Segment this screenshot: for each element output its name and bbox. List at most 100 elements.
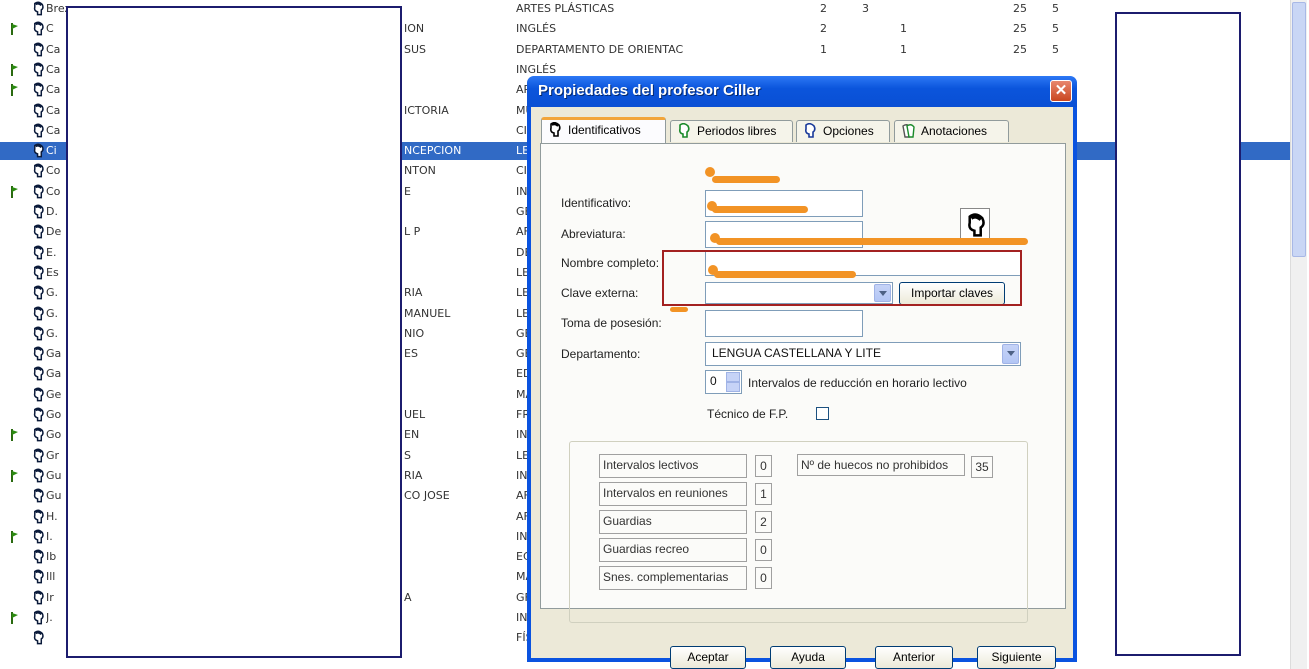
spin-up-icon[interactable]: [726, 372, 740, 382]
teacher-head-icon: [32, 448, 45, 464]
teacher-properties-dialog: Propiedades del profesor Ciller ✕ Identi…: [527, 76, 1077, 669]
teacher-head-icon: [550, 122, 561, 137]
stat-value: 2: [755, 511, 772, 533]
cell-name2: ES: [404, 347, 418, 361]
reduccion-stepper[interactable]: 0: [705, 370, 742, 394]
cell-name: Ca: [46, 62, 61, 76]
cell-name: Ca: [46, 83, 61, 97]
toma-posesion-field[interactable]: [705, 310, 863, 337]
tab-identificativos[interactable]: Identificativos: [541, 117, 666, 143]
teacher-head-icon: [32, 42, 45, 58]
list-scrollbar[interactable]: [1290, 0, 1307, 669]
cell-name2: ION: [404, 22, 425, 36]
cell-name: Co: [46, 184, 61, 198]
cell-name2: RIA: [404, 286, 423, 300]
cell-name: H.: [46, 509, 58, 523]
teacher-head-icon: [32, 62, 45, 78]
teacher-head-icon: [32, 630, 45, 646]
nombre-completo-label: Nombre completo:: [561, 256, 660, 270]
cell-name: Brezada: [46, 2, 68, 15]
cell-name: Es: [46, 265, 59, 279]
departamento-label: Departamento:: [561, 347, 641, 361]
teacher-group-icon: [902, 124, 915, 138]
highlight-box: [662, 250, 1022, 306]
tab-anotaciones[interactable]: Anotaciones: [894, 120, 1009, 142]
cell-name: Ca: [46, 103, 61, 117]
tab-opciones[interactable]: Opciones: [796, 120, 890, 142]
spin-down-icon[interactable]: [726, 382, 740, 392]
cell-name: Ge: [46, 387, 62, 401]
cell-n5: 5: [1052, 42, 1059, 56]
annotation-smear: [670, 307, 688, 312]
annotation-smear: [712, 176, 780, 183]
stat-label: Intervalos en reuniones: [599, 482, 747, 506]
cell-name: Ill: [46, 570, 56, 584]
cell-name2: RIA: [404, 468, 423, 482]
siguiente-button[interactable]: Siguiente: [977, 646, 1056, 669]
stat-label: Guardias: [599, 510, 747, 534]
teacher-head-icon: [32, 366, 45, 382]
anterior-button[interactable]: Anterior: [875, 646, 953, 669]
cell-name: Ca: [46, 123, 61, 137]
flag-icon: [10, 469, 20, 483]
dialog-client-area: Identificativos Periodos libres Opciones…: [531, 107, 1073, 669]
cell-name: Gu: [46, 489, 62, 503]
dialog-title: Propiedades del profesor Ciller: [538, 82, 761, 99]
cell-name: Ci: [46, 144, 57, 158]
cell-name2: UEL: [404, 408, 426, 421]
abreviatura-label: Abreviatura:: [561, 227, 626, 241]
cell-name2: SUS: [404, 42, 427, 56]
dialog-titlebar[interactable]: Propiedades del profesor Ciller ✕: [527, 76, 1077, 107]
teacher-head-icon: [32, 509, 45, 525]
flag-icon: [10, 530, 20, 544]
cell-name2: NIO: [404, 326, 425, 340]
cell-name: I.: [46, 529, 53, 543]
cell-name: Go: [46, 428, 62, 442]
cell-n3: 1: [900, 22, 907, 36]
teacher-head-icon: [32, 143, 45, 159]
cell-name2: CO JOSE: [404, 489, 450, 503]
cell-name: E.: [46, 245, 57, 259]
cell-name2: NCEPCION: [404, 144, 462, 158]
cell-name2: EN: [404, 428, 420, 442]
cell-n1: 2: [820, 2, 827, 15]
chevron-down-icon[interactable]: [1002, 344, 1019, 364]
tecnico-fp-checkbox[interactable]: [816, 407, 829, 420]
flag-icon: [10, 428, 20, 442]
teacher-head-icon: [32, 326, 45, 342]
redaction-box-right: [1115, 12, 1241, 656]
identificativo-label: Identificativo:: [561, 196, 632, 210]
cell-name2: MANUEL: [404, 306, 451, 320]
teacher-head-icon: [32, 103, 45, 119]
teacher-head-icon: [32, 549, 45, 565]
cell-name: Go: [46, 408, 62, 421]
tab-label-identificativos: Identificativos: [568, 123, 641, 137]
teacher-head-icon: [32, 387, 45, 403]
close-button[interactable]: ✕: [1050, 80, 1072, 102]
cell-n5: 5: [1052, 22, 1059, 36]
cell-n5: 5: [1052, 2, 1059, 15]
teacher-head-icon: [32, 82, 45, 98]
cell-n4: 25: [1013, 22, 1027, 36]
tab-label-opciones: Opciones: [823, 124, 874, 138]
tab-label-periodos-libres: Periodos libres: [697, 124, 777, 138]
stat-value: 0: [755, 567, 772, 589]
huecos-value: 35: [971, 456, 993, 478]
teacher-head-icon: [32, 265, 45, 281]
cell-dept: INGLÉS: [516, 22, 557, 36]
annotation-smear: [712, 206, 808, 213]
teacher-head-icon: [32, 306, 45, 322]
cell-name: Ga: [46, 367, 62, 381]
aceptar-button[interactable]: Aceptar: [670, 646, 746, 669]
ayuda-button[interactable]: Ayuda: [770, 646, 846, 669]
teacher-head-icon: [32, 468, 45, 484]
teacher-head-icon: [32, 590, 45, 606]
huecos-label: Nº de huecos no prohibidos: [797, 454, 965, 476]
departamento-value: LENGUA CASTELLANA Y LITE: [712, 346, 881, 360]
cell-name: Gr: [46, 448, 60, 462]
tab-periodos-libres[interactable]: Periodos libres: [670, 120, 793, 142]
toma-posesion-label: Toma de posesión:: [561, 316, 662, 330]
scrollbar-thumb[interactable]: [1292, 2, 1306, 257]
departamento-select[interactable]: LENGUA CASTELLANA Y LITE: [705, 342, 1021, 366]
cell-name: G.: [46, 286, 59, 300]
